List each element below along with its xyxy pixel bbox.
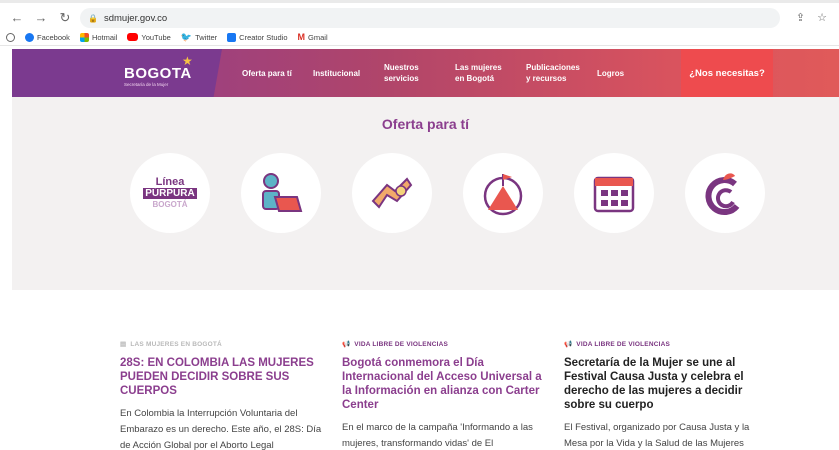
news-title[interactable]: Bogotá conmemora el Día Internacional de… bbox=[342, 356, 547, 412]
apps-icon[interactable] bbox=[6, 32, 15, 42]
logo-subtitle: Secretaría de la Mujer bbox=[124, 82, 169, 87]
news-category: 📢 VIDA LIBRE DE VIOLENCIAS bbox=[342, 340, 449, 349]
news-category: 📢 VIDA LIBRE DE VIOLENCIAS bbox=[564, 340, 671, 349]
site-logo[interactable]: BOGOTA bbox=[124, 65, 192, 82]
megaphone-icon: 📢 bbox=[342, 341, 351, 348]
news-title[interactable]: 28S: EN COLOMBIA LAS MUJERES PUEDEN DECI… bbox=[120, 356, 325, 398]
nav-mujeres[interactable]: Las mujeres en Bogotá bbox=[455, 49, 502, 97]
news-title[interactable]: Secretaría de la Mujer se une al Festiva… bbox=[564, 356, 769, 412]
news-excerpt: El Festival, organizado por Causa Justa … bbox=[564, 422, 750, 449]
news-excerpt: En Colombia la Interrupción Voluntaria d… bbox=[120, 408, 322, 450]
gmail-icon: M bbox=[297, 32, 306, 42]
back-arrow-icon[interactable]: ← bbox=[10, 11, 24, 25]
fruit-logo-icon[interactable] bbox=[685, 153, 765, 233]
news-item[interactable]: 📢 VIDA LIBRE DE VIOLENCIAS Bogotá conmem… bbox=[342, 340, 547, 450]
forward-arrow-icon[interactable]: → bbox=[34, 11, 48, 25]
nav-institucional[interactable]: Institucional bbox=[313, 49, 360, 97]
browser-chrome: ← → ↻ 🔒 sdmujer.gov.co ⇪ ☆ Facebook Hotm… bbox=[0, 0, 839, 46]
news-category: ▤ LAS MUJERES EN BOGOTÁ bbox=[120, 340, 222, 349]
bookmarks-bar: Facebook Hotmail YouTube 🐦 Twitter Creato… bbox=[6, 30, 328, 44]
news-item[interactable]: ▤ LAS MUJERES EN BOGOTÁ 28S: EN COLOMBIA… bbox=[120, 340, 325, 450]
bookmark-facebook[interactable]: Facebook bbox=[25, 32, 70, 42]
offer-title: Oferta para tí bbox=[381, 116, 470, 132]
twitter-icon: 🐦 bbox=[180, 31, 193, 42]
person-laptop-icon[interactable] bbox=[241, 153, 321, 233]
news-excerpt: En el marco de la campaña 'Informando a … bbox=[342, 422, 533, 449]
url-text: sdmujer.gov.co bbox=[103, 12, 168, 24]
microsoft-icon bbox=[79, 32, 89, 42]
nav-oferta[interactable]: Oferta para tí bbox=[242, 49, 292, 97]
bookmark-creator-studio[interactable]: Creator Studio bbox=[227, 32, 288, 42]
creator-studio-icon bbox=[227, 32, 237, 42]
linea-purpura-icon[interactable]: Línea PÚRPURA BOGOTÁ bbox=[130, 153, 210, 233]
mountain-flag-icon[interactable] bbox=[463, 153, 543, 233]
hands-icon[interactable] bbox=[352, 153, 432, 233]
nav-servicios[interactable]: Nuestros servicios bbox=[384, 49, 419, 97]
bookmark-youtube[interactable]: YouTube bbox=[127, 33, 171, 42]
tab-strip bbox=[0, 0, 839, 3]
nav-publicaciones[interactable]: Publicaciones y recursos bbox=[526, 49, 580, 97]
address-bar[interactable]: 🔒 sdmujer.gov.co bbox=[80, 8, 780, 28]
calendar-icon[interactable] bbox=[574, 153, 654, 233]
document-icon: ▤ bbox=[120, 341, 127, 348]
youtube-icon bbox=[127, 33, 139, 41]
nos-necesitas-button[interactable]: ¿Nos necesitas? bbox=[681, 49, 773, 97]
bookmark-hotmail[interactable]: Hotmail bbox=[79, 32, 117, 42]
bookmark-twitter[interactable]: 🐦 Twitter bbox=[181, 32, 217, 43]
megaphone-icon: 📢 bbox=[564, 341, 573, 348]
share-icon[interactable]: ⇪ bbox=[796, 11, 805, 24]
reload-icon[interactable]: ↻ bbox=[58, 11, 72, 25]
browser-nav: ← → ↻ bbox=[10, 11, 72, 25]
offer-section: Oferta para tí Línea PÚRPURA BOGOTÁ bbox=[12, 97, 839, 290]
browser-actions: ⇪ ☆ bbox=[796, 11, 827, 24]
news-item[interactable]: 📢 VIDA LIBRE DE VIOLENCIAS Secretaría de… bbox=[564, 340, 769, 450]
site-header: ★ BOGOTA Secretaría de la Mujer Oferta p… bbox=[12, 49, 839, 97]
facebook-icon bbox=[25, 32, 34, 42]
bookmark-star-icon[interactable]: ☆ bbox=[817, 11, 827, 24]
bookmark-gmail[interactable]: M Gmail bbox=[298, 32, 328, 42]
nav-logros[interactable]: Logros bbox=[597, 49, 624, 97]
lock-icon[interactable]: 🔒 bbox=[88, 14, 98, 23]
